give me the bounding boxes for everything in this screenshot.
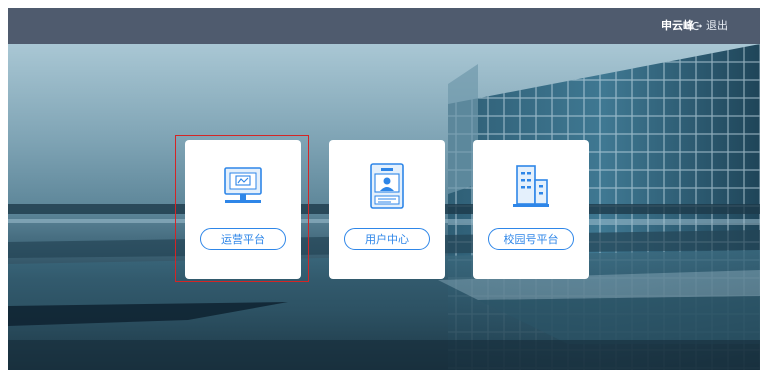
card-label: 用户中心 (365, 233, 409, 246)
logout-icon (692, 21, 702, 31)
app-window: 申云峰 退出 运营平台 用户中心 校园号平台 (8, 8, 760, 370)
logout-label: 退出 (706, 19, 728, 32)
card-campus-account-platform[interactable]: 校园号平台 (473, 140, 589, 279)
card-label: 运营平台 (221, 233, 265, 246)
logout-button[interactable]: 退出 (692, 19, 728, 33)
user-name: 申云峰 (661, 19, 694, 32)
card-operations-platform[interactable]: 运营平台 (185, 140, 301, 279)
card-user-center-button[interactable]: 用户中心 (344, 228, 430, 250)
id-card-user-icon (370, 163, 404, 209)
monitor-chart-icon (224, 167, 262, 203)
top-bar: 申云峰 退出 (8, 8, 760, 44)
hero-background: 运营平台 用户中心 校园号平台 (8, 44, 760, 370)
card-campus-account-platform-button[interactable]: 校园号平台 (488, 228, 574, 250)
card-label: 校园号平台 (503, 233, 559, 246)
card-user-center[interactable]: 用户中心 (329, 140, 445, 279)
card-operations-platform-button[interactable]: 运营平台 (200, 228, 286, 250)
buildings-icon (513, 165, 549, 207)
